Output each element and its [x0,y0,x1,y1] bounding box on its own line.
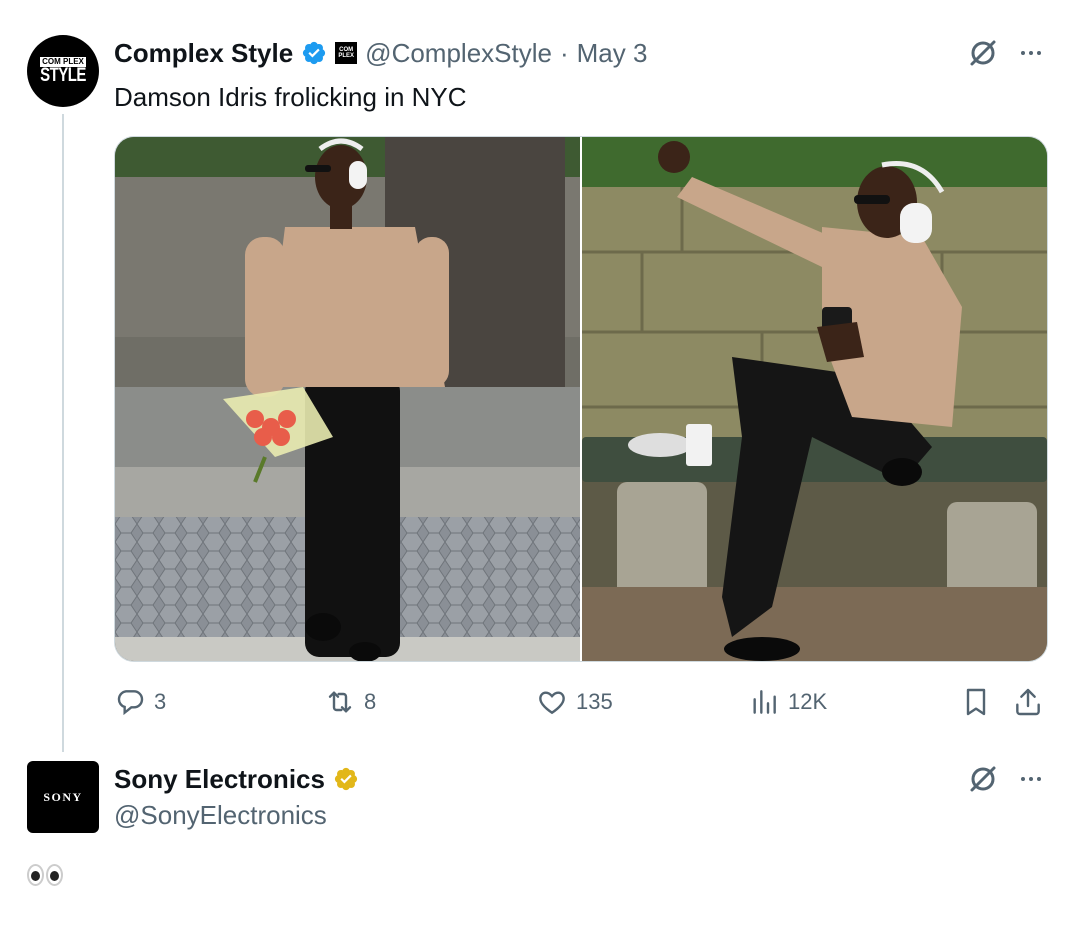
more-dots-icon[interactable] [1014,762,1048,796]
author-name[interactable]: Complex Style [114,38,293,69]
avatar[interactable]: SONY [27,761,99,833]
tweet-complex-style[interactable]: COM PLEX STYLE Complex Style COM PLEX @C… [0,0,1086,752]
tweet-text-eyes-emoji [27,864,63,886]
heart-icon [539,691,565,715]
reply-button[interactable]: 3 [114,682,166,722]
like-count: 135 [576,689,613,714]
bookmark-button[interactable] [960,682,992,722]
bookmark-icon [966,688,986,716]
grok-slash-circle-icon[interactable] [966,762,1000,796]
grok-slash-circle-icon[interactable] [966,36,1000,70]
verified-badge-icon[interactable] [301,40,327,66]
repost-arrows-icon [328,691,352,713]
repost-button[interactable]: 8 [324,682,376,722]
eyes-emoji-icon [46,864,63,886]
views-bars-icon [753,690,776,714]
like-button[interactable]: 135 [536,682,613,722]
media-grid[interactable] [114,136,1048,662]
tweet-date[interactable]: May 3 [577,38,648,69]
avatar-text: SONY [43,789,83,804]
author-handle[interactable]: @SonyElectronics [114,798,327,832]
share-upload-icon [1016,688,1040,716]
tweet-header: Sony Electronics [114,762,359,796]
separator: · [559,37,569,68]
photo-bench[interactable] [582,137,1047,661]
eyes-emoji-icon [27,864,44,886]
more-dots-icon[interactable] [1014,36,1048,70]
views-count: 12K [788,689,828,714]
tweet-actions: 3 8 135 12K [114,682,1048,722]
affiliate-badge[interactable]: COM PLEX [335,42,358,64]
reply-bubble-icon [117,690,144,716]
avatar[interactable]: COM PLEX STYLE [27,35,99,107]
tweet-text: Damson Idris frolicking in NYC [114,82,467,112]
thread-line [62,114,64,752]
tweet-header: Complex Style COM PLEX @ComplexStyle · M… [114,36,647,70]
repost-count: 8 [364,689,377,714]
share-button[interactable] [1012,682,1044,722]
verified-gold-badge-icon[interactable] [333,766,359,792]
reply-count: 3 [154,689,167,714]
author-handle[interactable]: @ComplexStyle [365,38,552,69]
avatar-text: STYLE [40,64,86,87]
photo-walking[interactable] [115,137,580,661]
tweet-sony-electronics[interactable]: SONY Sony Electronics @SonyElectronics [0,752,1086,928]
author-name[interactable]: Sony Electronics [114,764,325,795]
views-button[interactable]: 12K [748,682,827,722]
